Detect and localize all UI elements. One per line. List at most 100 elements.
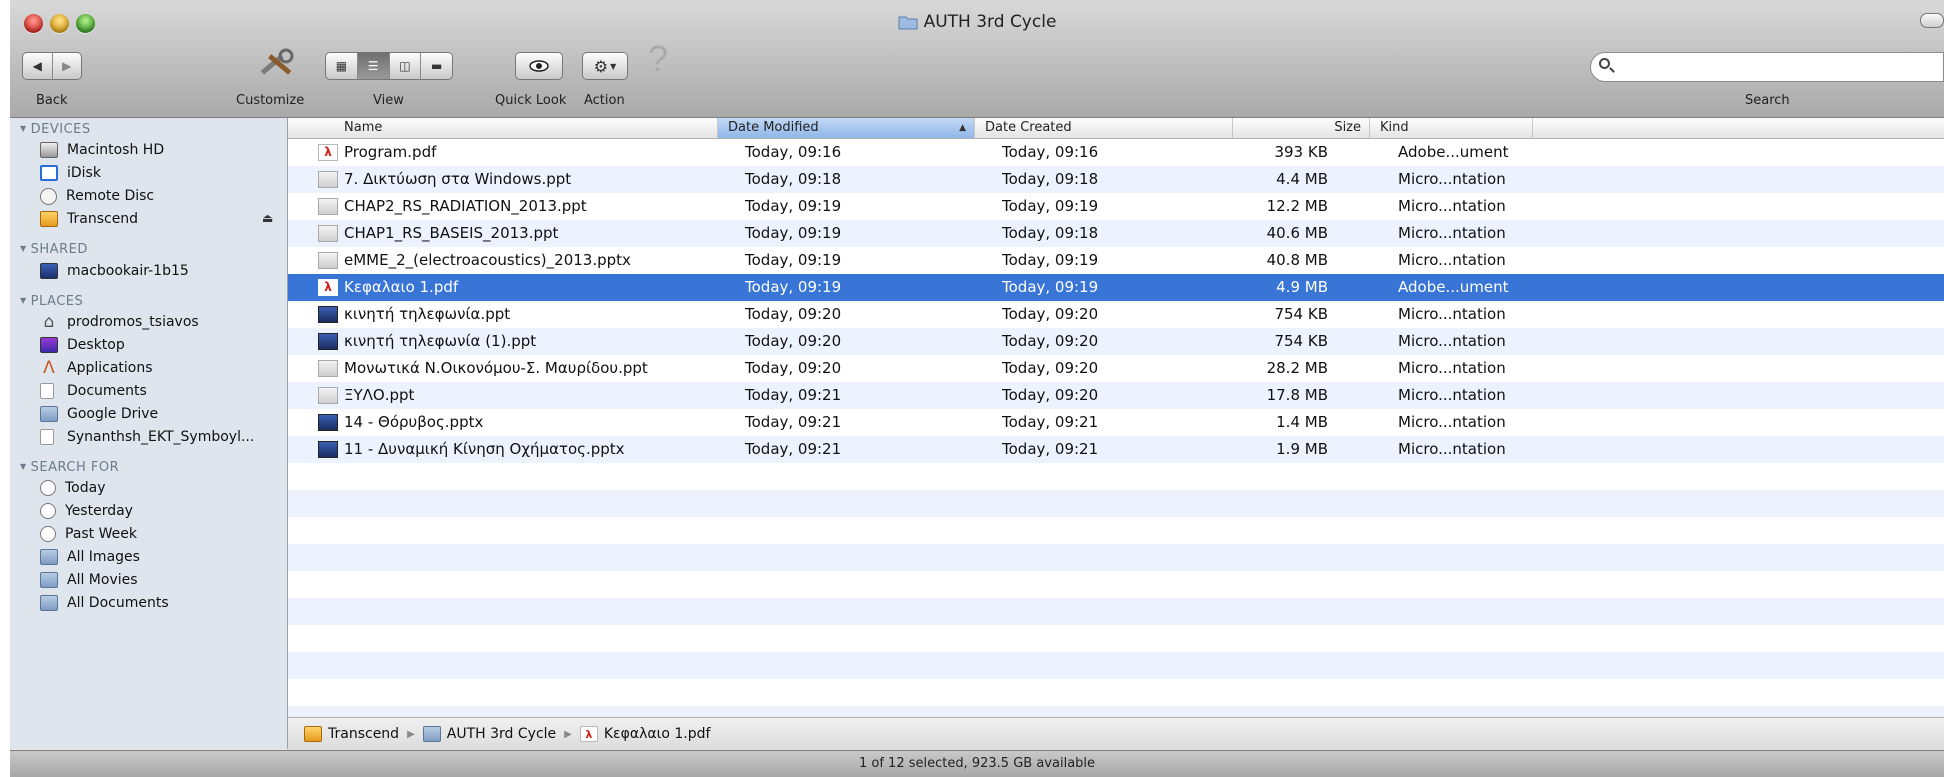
path-crumb-transcend[interactable]: Transcend <box>304 726 399 742</box>
column-view-icon[interactable]: ◫ <box>390 53 422 79</box>
finder-window: AUTH 3rd Cycle ◀ ▶ Back Customize ▦ ☰ ◫ … <box>10 0 1944 777</box>
eye-icon <box>529 60 549 72</box>
view-mode-control[interactable]: ▦ ☰ ◫ ▬ <box>325 52 453 80</box>
desktop-icon <box>40 337 58 353</box>
file-name: ΞΥΛΟ.ppt <box>344 386 415 404</box>
sidebar-item-desktop[interactable]: Desktop <box>40 333 125 357</box>
file-date-modified: Today, 09:20 <box>745 359 842 377</box>
empty-row <box>288 652 1944 679</box>
status-text: 1 of 12 selected, 923.5 GB available <box>858 756 1096 771</box>
file-row[interactable]: κινητή τηλεφωνία (1).ppt Today, 09:20 Toda… <box>288 328 1944 355</box>
file-size: 1.4 MB <box>1276 413 1328 431</box>
search-input[interactable] <box>1621 56 1935 80</box>
file-size: 1.9 MB <box>1276 440 1328 458</box>
sidebar-heading-shared[interactable]: SHARED <box>20 242 88 257</box>
ppt-dark-icon <box>318 414 338 431</box>
file-name: 11 - Δυναμική Κίνηση Οχήματος.pptx <box>344 440 625 458</box>
file-name: Program.pdf <box>344 143 437 161</box>
action-menu-button[interactable]: ⚙ ▼ <box>582 52 628 80</box>
column-header-date-created[interactable]: Date Created <box>975 118 1233 138</box>
sidebar-item-past-week[interactable]: Past Week <box>40 522 137 546</box>
column-header-size[interactable]: Size <box>1233 118 1370 138</box>
ppt-icon <box>318 225 338 242</box>
file-row[interactable]: 11 - Δυναμική Κίνηση Οχήματος.pptx Today,… <box>288 436 1944 463</box>
path-crumb-folder[interactable]: AUTH 3rd Cycle <box>422 726 557 742</box>
quick-look-button[interactable] <box>515 52 563 80</box>
back-arrow-icon[interactable]: ◀ <box>23 53 53 79</box>
applications-icon: Λ <box>43 358 55 378</box>
file-kind: Micro...ntation <box>1398 413 1506 431</box>
file-row[interactable]: λ Program.pdf Today, 09:16 Today, 09:16 393 … <box>288 139 1944 166</box>
sidebar-item-remote-disc[interactable]: Remote Disc <box>40 184 154 208</box>
smart-folder-icon <box>40 572 58 588</box>
search-field[interactable] <box>1590 52 1944 82</box>
sidebar-item-label: iDisk <box>67 165 101 181</box>
file-row[interactable]: ΞΥΛΟ.ppt Today, 09:21 Today, 09:20 17.8 MB M… <box>288 382 1944 409</box>
file-row[interactable]: κινητή τηλεφωνία.ppt Today, 09:20 Today, 0… <box>288 301 1944 328</box>
sidebar-heading-search-for[interactable]: SEARCH FOR <box>20 460 119 475</box>
empty-row <box>288 598 1944 625</box>
forward-arrow-icon[interactable]: ▶ <box>53 53 82 79</box>
file-kind: Micro...ntation <box>1398 440 1506 458</box>
empty-row <box>288 679 1944 706</box>
ppt-icon <box>318 387 338 404</box>
file-list[interactable]: Name Date Modified ▲ Date Created Size K… <box>288 118 1944 716</box>
sidebar-item-label: Desktop <box>67 337 125 353</box>
file-row[interactable]: 7. Δικτύωση στα Windows.ppt Today, 09:18 T… <box>288 166 1944 193</box>
sidebar-item-idisk[interactable]: iDisk <box>40 161 101 185</box>
file-row[interactable]: λ Κεφαλαιο 1.pdf Today, 09:19 Today, 09:19 4… <box>288 274 1944 301</box>
search-icon <box>1599 58 1610 69</box>
idisk-icon <box>40 165 58 181</box>
sidebar-item-label: prodromos_tsiavos <box>67 314 199 330</box>
column-header-name[interactable]: Name <box>288 118 718 138</box>
customize-tools-icon[interactable] <box>255 48 297 82</box>
file-name: Κεφαλαιο 1.pdf <box>344 278 459 296</box>
file-row[interactable]: CHAP2_RS_RADIATION_2013.ppt Today, 09:19 T… <box>288 193 1944 220</box>
toolbar-toggle-button[interactable] <box>1920 13 1944 28</box>
external-drive-icon <box>40 211 58 227</box>
column-header-kind[interactable]: Kind <box>1370 118 1533 138</box>
coverflow-view-icon[interactable]: ▬ <box>421 53 452 79</box>
sidebar-item-macbookair[interactable]: macbookair-1b15 <box>40 259 189 283</box>
file-row[interactable]: Μονωτικά Ν.Οικονόμου-Σ. Μαυρίδου.ppt Toda… <box>288 355 1944 382</box>
back-forward-control[interactable]: ◀ ▶ <box>22 52 82 80</box>
path-crumb-label: AUTH 3rd Cycle <box>446 726 557 742</box>
path-crumb-file[interactable]: λ Κεφαλαιο 1.pdf <box>579 726 710 742</box>
file-name: CHAP1_RS_BASEIS_2013.ppt <box>344 224 559 242</box>
column-header-date-modified[interactable]: Date Modified ▲ <box>718 118 975 138</box>
sidebar-item-label: Macintosh HD <box>67 142 165 158</box>
sidebar-item-home[interactable]: ⌂ prodromos_tsiavos <box>40 310 199 334</box>
sidebar-item-google-drive[interactable]: Google Drive <box>40 402 158 426</box>
pdf-icon: λ <box>318 279 338 296</box>
status-bar: 1 of 12 selected, 923.5 GB available <box>10 750 1944 777</box>
sidebar-item-label: Google Drive <box>67 406 159 422</box>
sidebar-item-label: Documents <box>67 383 147 399</box>
icon-view-icon[interactable]: ▦ <box>326 53 358 79</box>
sidebar-item-label: Yesterday <box>65 503 133 519</box>
sidebar-item-synanthsh[interactable]: Synanthsh_EKT_Symboyl... <box>40 425 254 449</box>
path-bar: Transcend ▶ AUTH 3rd Cycle ▶ λ Κεφαλαιο … <box>288 717 1944 750</box>
file-kind: Micro...ntation <box>1398 332 1506 350</box>
sidebar-item-applications[interactable]: Λ Applications <box>40 356 152 380</box>
list-view-icon[interactable]: ☰ <box>357 53 390 79</box>
ppt-dark-icon <box>318 333 338 350</box>
file-row[interactable]: 14 - Θόρυβος.pptx Today, 09:21 Today, 09:2… <box>288 409 1944 436</box>
sidebar-item-label: Synanthsh_EKT_Symboyl... <box>67 429 255 445</box>
sidebar-item-macintosh-hd[interactable]: Macintosh HD <box>40 138 164 162</box>
eject-icon[interactable]: ⏏ <box>262 211 273 225</box>
sidebar-item-today[interactable]: Today <box>40 476 106 500</box>
sidebar-item-all-movies[interactable]: All Movies <box>40 568 138 592</box>
sidebar-heading-places[interactable]: PLACES <box>20 294 83 309</box>
file-row[interactable]: CHAP1_RS_BASEIS_2013.ppt Today, 09:19 Toda… <box>288 220 1944 247</box>
file-kind: Micro...ntation <box>1398 386 1506 404</box>
sidebar-item-transcend[interactable]: Transcend <box>40 207 138 231</box>
file-date-modified: Today, 09:19 <box>745 197 842 215</box>
sidebar-item-all-documents[interactable]: All Documents <box>40 591 169 615</box>
sidebar-item-documents[interactable]: Documents <box>40 379 147 403</box>
sidebar-item-yesterday[interactable]: Yesterday <box>40 499 133 523</box>
sidebar-heading-devices[interactable]: DEVICES <box>20 122 91 137</box>
folder-icon <box>898 16 918 30</box>
file-row[interactable]: eMME_2_(electroacoustics)_2013.pptx Today… <box>288 247 1944 274</box>
sidebar-item-all-images[interactable]: All Images <box>40 545 140 569</box>
file-size: 12.2 MB <box>1266 197 1328 215</box>
